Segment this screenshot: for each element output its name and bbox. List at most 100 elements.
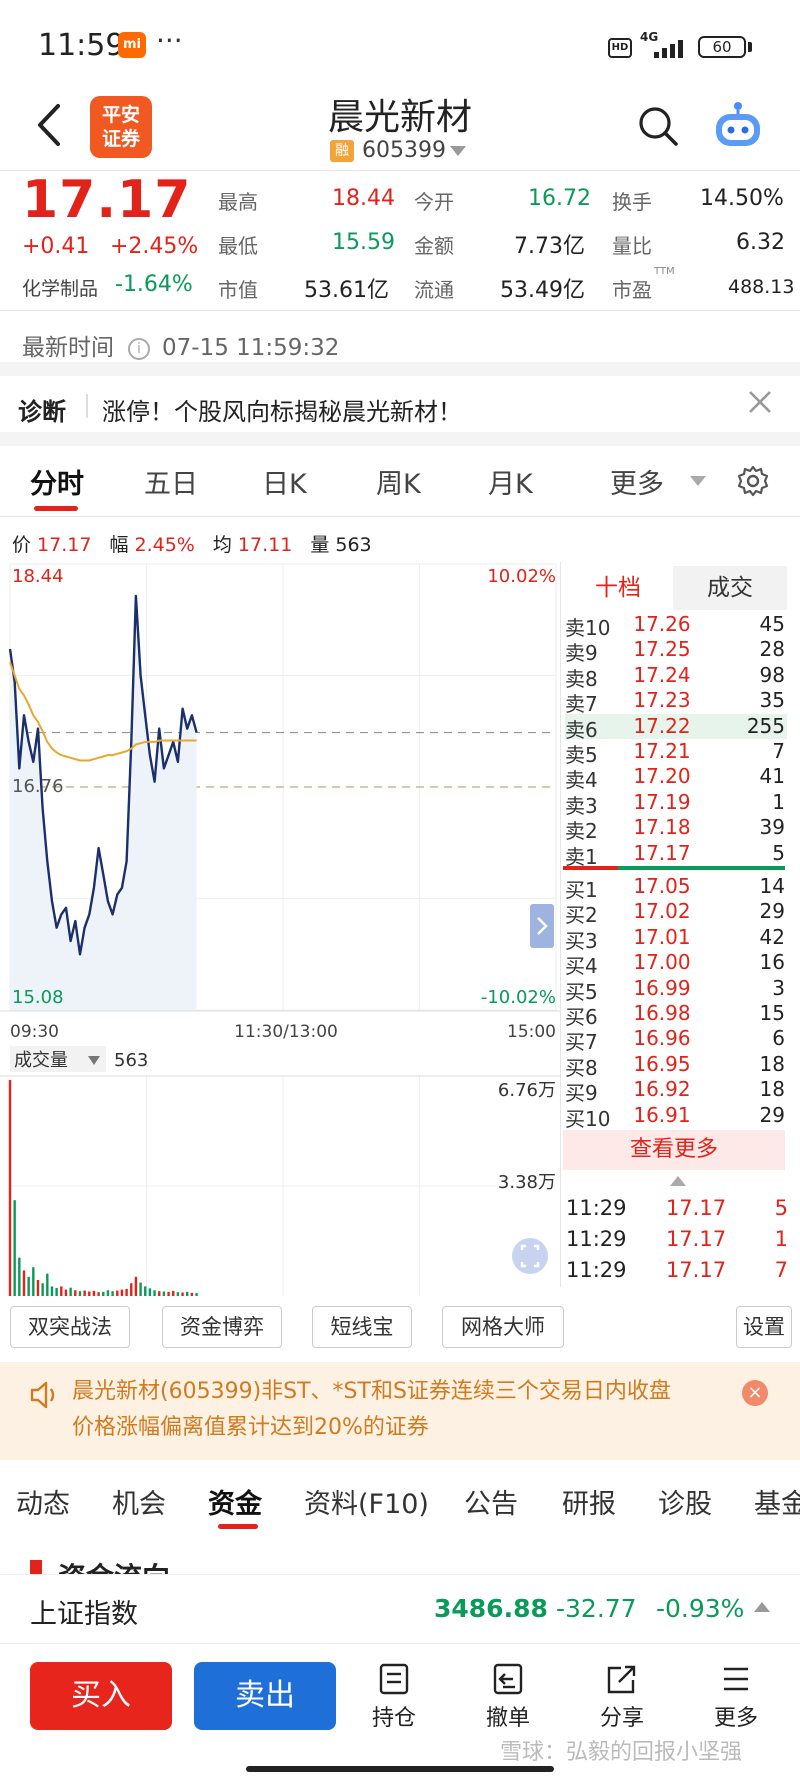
bid-level-row[interactable]: 买6 16.98 15 xyxy=(565,1001,787,1029)
x-axis-end-label: 15:00 xyxy=(507,1022,556,1042)
ask-level-row[interactable]: 卖10 17.26 45 xyxy=(565,612,787,640)
ask-level-volume: 39 xyxy=(759,815,785,840)
divider xyxy=(560,562,561,1287)
chevron-down-icon[interactable] xyxy=(690,476,706,486)
trade-row: 11:29 17.17 5 xyxy=(566,1196,788,1226)
tab-capital[interactable]: 资金 xyxy=(208,1482,262,1521)
ask-level-row[interactable]: 卖7 17.23 35 xyxy=(565,688,787,716)
tab-daily-k[interactable]: 日K xyxy=(262,462,307,501)
volume-bar xyxy=(190,1292,194,1296)
bid-level-row[interactable]: 买4 17.00 16 xyxy=(565,950,787,978)
y-axis-top-label: 18.44 xyxy=(12,566,64,587)
buy-pressure-bar xyxy=(618,866,785,870)
bid-level-row[interactable]: 买10 16.91 29 xyxy=(565,1103,787,1131)
open-value: 16.72 xyxy=(528,186,591,211)
ask-level-row[interactable]: 卖3 17.19 1 xyxy=(565,790,787,818)
tab-news[interactable]: 动态 xyxy=(16,1482,70,1521)
ask-level-row[interactable]: 卖2 17.18 39 xyxy=(565,815,787,843)
volume-indicator-label[interactable]: 成交量 xyxy=(14,1050,68,1071)
more-button[interactable]: 更多 xyxy=(696,1662,776,1732)
chevron-up-icon[interactable] xyxy=(754,1602,770,1612)
ask-level-row[interactable]: 卖6 17.22 255 xyxy=(565,713,787,742)
tab-f10[interactable]: 资料(F10) xyxy=(304,1482,429,1521)
ask-level-row[interactable]: 卖9 17.25 28 xyxy=(565,637,787,665)
sell-button[interactable]: 卖出 xyxy=(194,1662,336,1730)
index-name[interactable]: 上证指数 xyxy=(30,1592,138,1631)
bid-level-volume: 18 xyxy=(759,1077,785,1102)
bid-level-price: 16.92 xyxy=(633,1077,691,1102)
settings-button[interactable]: 设置 xyxy=(736,1306,792,1348)
holdings-button[interactable]: 持仓 xyxy=(354,1662,434,1732)
pe-label: 市盈 xyxy=(612,278,652,302)
section-gap xyxy=(0,432,800,446)
tab-opportunity[interactable]: 机会 xyxy=(112,1482,166,1521)
tab-deals[interactable]: 成交 xyxy=(673,566,787,610)
back-icon[interactable] xyxy=(30,100,70,150)
bid-level-row[interactable]: 买5 16.99 3 xyxy=(565,976,787,1004)
trade-price: 17.17 xyxy=(665,1227,727,1251)
high-label: 最高 xyxy=(218,190,258,214)
ask-level-volume: 7 xyxy=(772,739,785,763)
status-bar: 11:59 mi ··· HD 4G 60 xyxy=(0,0,800,90)
trade-volume: 7 xyxy=(774,1258,788,1282)
tab-intraday[interactable]: 分时 xyxy=(30,462,84,501)
tab-ten-levels[interactable]: 十档 xyxy=(563,566,673,610)
info-icon[interactable]: i xyxy=(128,337,150,360)
tab-announcements[interactable]: 公告 xyxy=(464,1482,518,1521)
tab-diagnosis[interactable]: 诊股 xyxy=(658,1482,712,1521)
bid-level-row[interactable]: 买1 17.05 14 xyxy=(565,874,787,902)
cancel-order-label: 撤单 xyxy=(485,1706,530,1731)
tab-weekly-k[interactable]: 周K xyxy=(376,462,421,501)
ask-level-row[interactable]: 卖4 17.20 41 xyxy=(565,764,787,792)
chevron-up-icon[interactable] xyxy=(670,1176,686,1186)
volume-bar xyxy=(195,1293,198,1296)
tab-funds[interactable]: 基金 xyxy=(754,1482,800,1521)
tab-research[interactable]: 研报 xyxy=(562,1482,616,1521)
close-icon[interactable] xyxy=(744,386,776,418)
ask-level-volume: 45 xyxy=(759,612,785,636)
tool-short-term[interactable]: 短线宝 xyxy=(312,1306,412,1348)
bid-level-row[interactable]: 买2 17.02 29 xyxy=(565,899,787,927)
sector-change-pct: -1.64% xyxy=(115,272,193,297)
see-more-button[interactable]: 查看更多 xyxy=(563,1130,785,1170)
tool-double-breakout[interactable]: 双突战法 xyxy=(10,1306,130,1348)
notice-text[interactable]: 晨光新材(605399)非ST、*ST和S证券连续三个交易日内收盘 价格涨幅偏离… xyxy=(72,1374,712,1446)
gear-icon[interactable] xyxy=(736,464,770,498)
search-icon[interactable] xyxy=(636,104,680,148)
ask-level-row[interactable]: 卖5 17.21 7 xyxy=(565,739,787,767)
cancel-order-button[interactable]: 撤单 xyxy=(468,1662,548,1732)
fullscreen-button[interactable] xyxy=(512,1238,548,1274)
index-change-pct: -0.93% xyxy=(656,1594,745,1623)
buy-button[interactable]: 买入 xyxy=(30,1662,172,1730)
volume-bar xyxy=(83,1290,86,1296)
stock-code[interactable]: 605399 xyxy=(362,138,446,163)
sector-name[interactable]: 化学制品 xyxy=(22,274,98,301)
tool-grid-master[interactable]: 网格大师 xyxy=(442,1306,564,1348)
chevron-down-icon[interactable] xyxy=(450,146,466,156)
ask-level-volume: 5 xyxy=(772,840,785,865)
tab-five-day[interactable]: 五日 xyxy=(144,462,198,501)
menu-icon xyxy=(724,1667,748,1691)
vol-ratio-label: 量比 xyxy=(612,234,652,258)
close-icon[interactable]: × xyxy=(742,1380,768,1406)
expand-panel-button[interactable] xyxy=(530,904,554,948)
bid-level-row[interactable]: 买8 16.95 18 xyxy=(565,1052,787,1080)
intraday-chart[interactable]: 10.02% -10.02% 09:30 11:30/13:00 15:00 成… xyxy=(0,560,560,1296)
bid-level-row[interactable]: 买9 16.92 18 xyxy=(565,1077,787,1105)
ai-assistant-icon[interactable] xyxy=(710,96,766,152)
volume-bar xyxy=(186,1291,189,1296)
share-button[interactable]: 分享 xyxy=(582,1662,662,1732)
bid-level-row[interactable]: 买3 17.01 42 xyxy=(565,925,787,953)
ask-level-row[interactable]: 卖1 17.17 5 xyxy=(565,840,787,869)
broker-logo[interactable]: 平安 证券 xyxy=(90,96,152,158)
tool-capital-game[interactable]: 资金博弈 xyxy=(162,1306,282,1348)
bid-level-label: 买3 xyxy=(565,928,598,953)
tab-more[interactable]: 更多 xyxy=(610,462,664,501)
tab-monthly-k[interactable]: 月K xyxy=(488,462,533,501)
update-label: 最新时间 xyxy=(22,335,114,361)
home-indicator[interactable] xyxy=(246,1766,554,1772)
ask-level-row[interactable]: 卖8 17.24 98 xyxy=(565,663,787,691)
diagnosis-headline[interactable]: 涨停！个股风向标揭秘晨光新材！ xyxy=(102,392,462,427)
volume-bar xyxy=(55,1288,58,1296)
bid-level-row[interactable]: 买7 16.96 6 xyxy=(565,1026,787,1054)
